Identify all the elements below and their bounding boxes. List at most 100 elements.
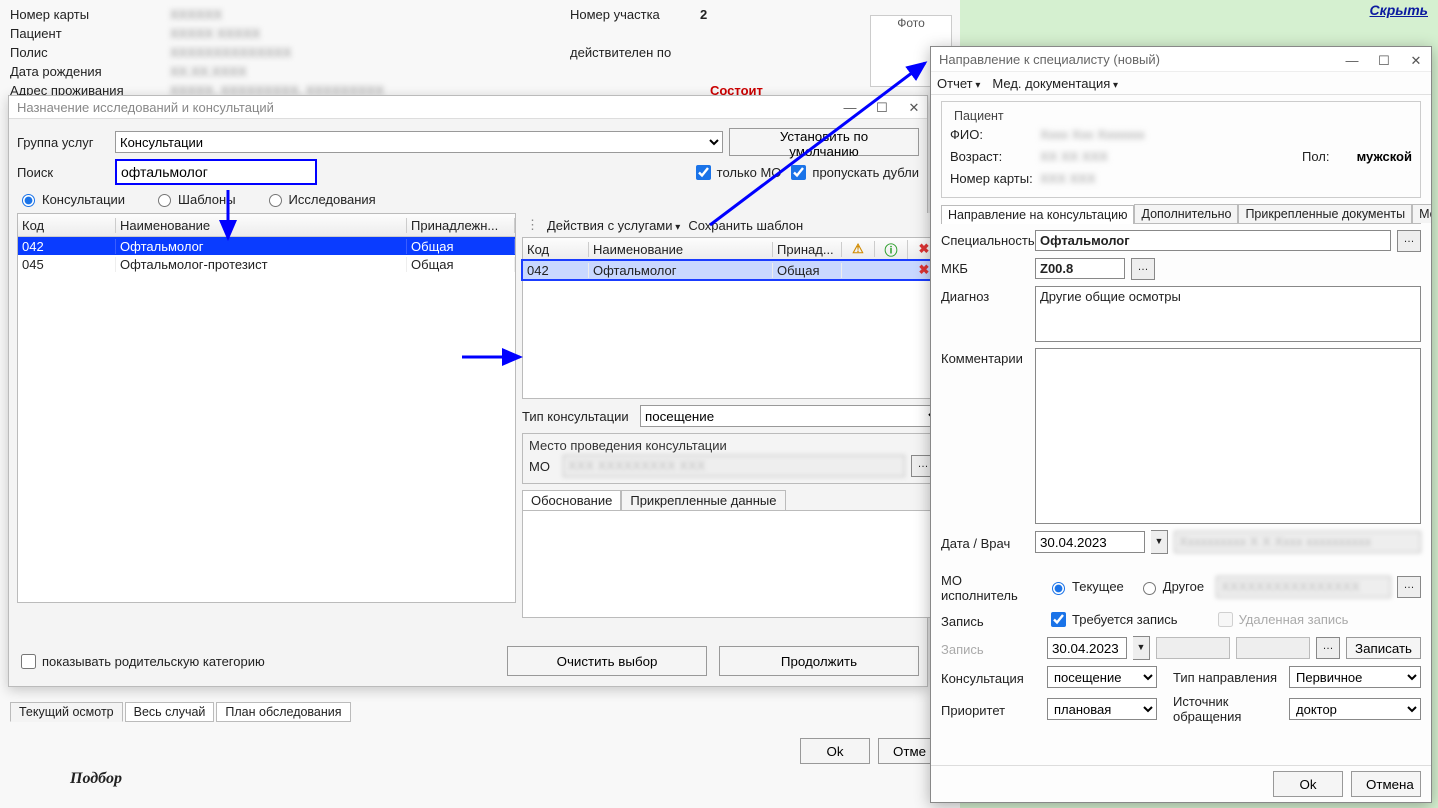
group-label: Группа услуг	[17, 135, 109, 150]
referral-dialog: Направление к специалисту (новый) — ☐ ✕ …	[930, 46, 1432, 803]
record-date-dropdown[interactable]: ▼	[1133, 636, 1150, 660]
doctor-value: Xxxxxxxxxx X X Xxxx xxxxxxxxxx	[1174, 531, 1421, 553]
tab-referral-consult[interactable]: Направление на консультацию	[941, 205, 1134, 224]
continue-button[interactable]: Продолжить	[719, 646, 919, 676]
search-label: Поиск	[17, 165, 109, 180]
info-icon: ⓘ	[875, 240, 908, 259]
col-belong[interactable]: Принадлежн...	[407, 218, 515, 233]
cons-type-select[interactable]: посещение	[640, 405, 942, 427]
dialog2-title-text: Направление к специалисту (новый)	[939, 52, 1160, 67]
menu-report[interactable]: Отчет	[937, 76, 980, 91]
sector-value: 2	[700, 7, 800, 22]
only-mo-checkbox[interactable]: только МО	[692, 162, 782, 183]
dob-label: Дата рождения	[10, 64, 170, 79]
spec-input[interactable]: Офтальмолог	[1035, 230, 1391, 251]
date-input[interactable]	[1035, 531, 1145, 553]
age-value: XX XX XXX	[1040, 149, 1302, 164]
group-select[interactable]: Консультации	[115, 131, 723, 153]
source-select[interactable]: доктор	[1289, 698, 1421, 720]
mo-exec-picker-button[interactable]: …	[1397, 576, 1421, 598]
skip-dups-checkbox[interactable]: пропускать дубли	[787, 162, 919, 183]
mkb-input[interactable]: Z00.8	[1035, 258, 1125, 279]
cancel-button[interactable]: Отме	[878, 738, 938, 764]
tab-exam-plan[interactable]: План обследования	[216, 702, 350, 722]
cons-type-label: Тип консультации	[522, 409, 634, 424]
remote-record-text: Удаленная запись	[1239, 612, 1349, 627]
tab-attached[interactable]: Прикрепленные данные	[621, 490, 785, 510]
close-icon[interactable]: ✕	[907, 100, 921, 116]
tab-basis[interactable]: Обоснование	[522, 490, 621, 510]
mo-other-label: Другое	[1163, 579, 1204, 594]
cell-belong: Общая	[773, 263, 842, 278]
record-slot-input[interactable]	[1236, 637, 1310, 659]
comment-textarea[interactable]	[1035, 348, 1421, 524]
radio-research[interactable]: Исследования	[264, 191, 376, 207]
radio-consultation[interactable]: Консультации	[17, 191, 125, 207]
radio-mo-current[interactable]: Текущее	[1047, 579, 1124, 595]
age-label: Возраст:	[950, 149, 1040, 164]
close-icon[interactable]: ✕	[1409, 53, 1423, 69]
menu-meddoc[interactable]: Мед. документация	[992, 76, 1118, 91]
basis-textarea[interactable]	[522, 510, 942, 618]
cancel-button[interactable]: Отмена	[1351, 771, 1421, 797]
show-parent-checkbox[interactable]: показывать родительскую категорию	[17, 651, 495, 672]
card-value: XXX XXX	[1040, 171, 1412, 186]
diag-label: Диагноз	[941, 286, 1029, 304]
col-code[interactable]: Код	[523, 242, 589, 257]
col-belong[interactable]: Принад...	[773, 242, 842, 257]
hide-link[interactable]: Скрыть	[1370, 2, 1428, 18]
left-table: Код Наименование Принадлежн... 042 Офтал…	[17, 213, 516, 603]
card-label: Номер карты:	[950, 171, 1040, 186]
maximize-icon[interactable]: ☐	[1377, 53, 1391, 69]
need-record-text: Требуется запись	[1072, 612, 1178, 627]
need-record-checkbox[interactable]: Требуется запись	[1047, 609, 1178, 630]
record-date-input[interactable]	[1047, 637, 1127, 659]
tab-whole-case[interactable]: Весь случай	[125, 702, 215, 722]
minimize-icon[interactable]: —	[1345, 53, 1359, 69]
spec-picker-button[interactable]: …	[1397, 230, 1421, 252]
actions-menu[interactable]: Действия с услугами	[547, 218, 680, 233]
table-row[interactable]: 042 Офтальмолог Общая ✖	[523, 261, 941, 279]
col-code[interactable]: Код	[18, 218, 116, 233]
set-default-button[interactable]: Установить по умолчанию	[729, 128, 919, 156]
tab-current-exam[interactable]: Текущий осмотр	[10, 702, 123, 722]
col-name[interactable]: Наименование	[589, 242, 773, 257]
minimize-icon[interactable]: —	[843, 100, 857, 116]
ref-type-select[interactable]: Первичное	[1289, 666, 1421, 688]
right-table: Код Наименование Принад... ⚠ ⓘ ✖ 042 Офт…	[522, 237, 942, 399]
date-dropdown-button[interactable]: ▼	[1151, 530, 1168, 554]
radio-mo-other[interactable]: Другое	[1138, 579, 1204, 595]
mo-value: XXX XXXXXXXXX XXX	[563, 455, 905, 477]
cell-code: 042	[523, 263, 589, 278]
record-time-input[interactable]	[1156, 637, 1230, 659]
diag-textarea[interactable]: Другие общие осмотры	[1035, 286, 1421, 342]
table-row[interactable]: 042 Офтальмолог Общая	[18, 237, 515, 255]
consult-label: Консультация	[941, 668, 1041, 686]
date-doc-label: Дата / Врач	[941, 533, 1029, 551]
patient-value: XXXXX XXXXX	[170, 26, 570, 41]
radio-templates[interactable]: Шаблоны	[153, 191, 236, 207]
record-picker-button[interactable]: …	[1316, 637, 1340, 659]
card-no-label: Номер карты	[10, 7, 170, 22]
ok-button[interactable]: Ok	[1273, 771, 1343, 797]
cell-code: 042	[18, 239, 116, 254]
tab-med-doc[interactable]: Мед до	[1412, 204, 1431, 223]
tab-attached-docs[interactable]: Прикрепленные документы	[1238, 204, 1412, 223]
maximize-icon[interactable]: ☐	[875, 100, 889, 116]
consult-select[interactable]: посещение	[1047, 666, 1157, 688]
tab-additional[interactable]: Дополнительно	[1134, 204, 1238, 223]
mkb-picker-button[interactable]: …	[1131, 258, 1155, 280]
card-no-value: XXXXXX	[170, 7, 570, 22]
podbor-label: Подбор	[70, 770, 122, 788]
search-input[interactable]	[115, 159, 317, 185]
remote-record-checkbox: Удаленная запись	[1214, 609, 1349, 630]
record-button[interactable]: Записать	[1346, 637, 1421, 659]
source-label: Источник обращения	[1173, 694, 1283, 724]
save-template-link[interactable]: Сохранить шаблон	[688, 218, 803, 233]
ok-button[interactable]: Ok	[800, 738, 870, 764]
table-row[interactable]: 045 Офтальмолог-протезист Общая	[18, 255, 515, 273]
col-name[interactable]: Наименование	[116, 218, 407, 233]
clear-button[interactable]: Очистить выбор	[507, 646, 707, 676]
dialog-title: Назначение исследований и консультаций —…	[9, 96, 927, 119]
priority-select[interactable]: плановая	[1047, 698, 1157, 720]
